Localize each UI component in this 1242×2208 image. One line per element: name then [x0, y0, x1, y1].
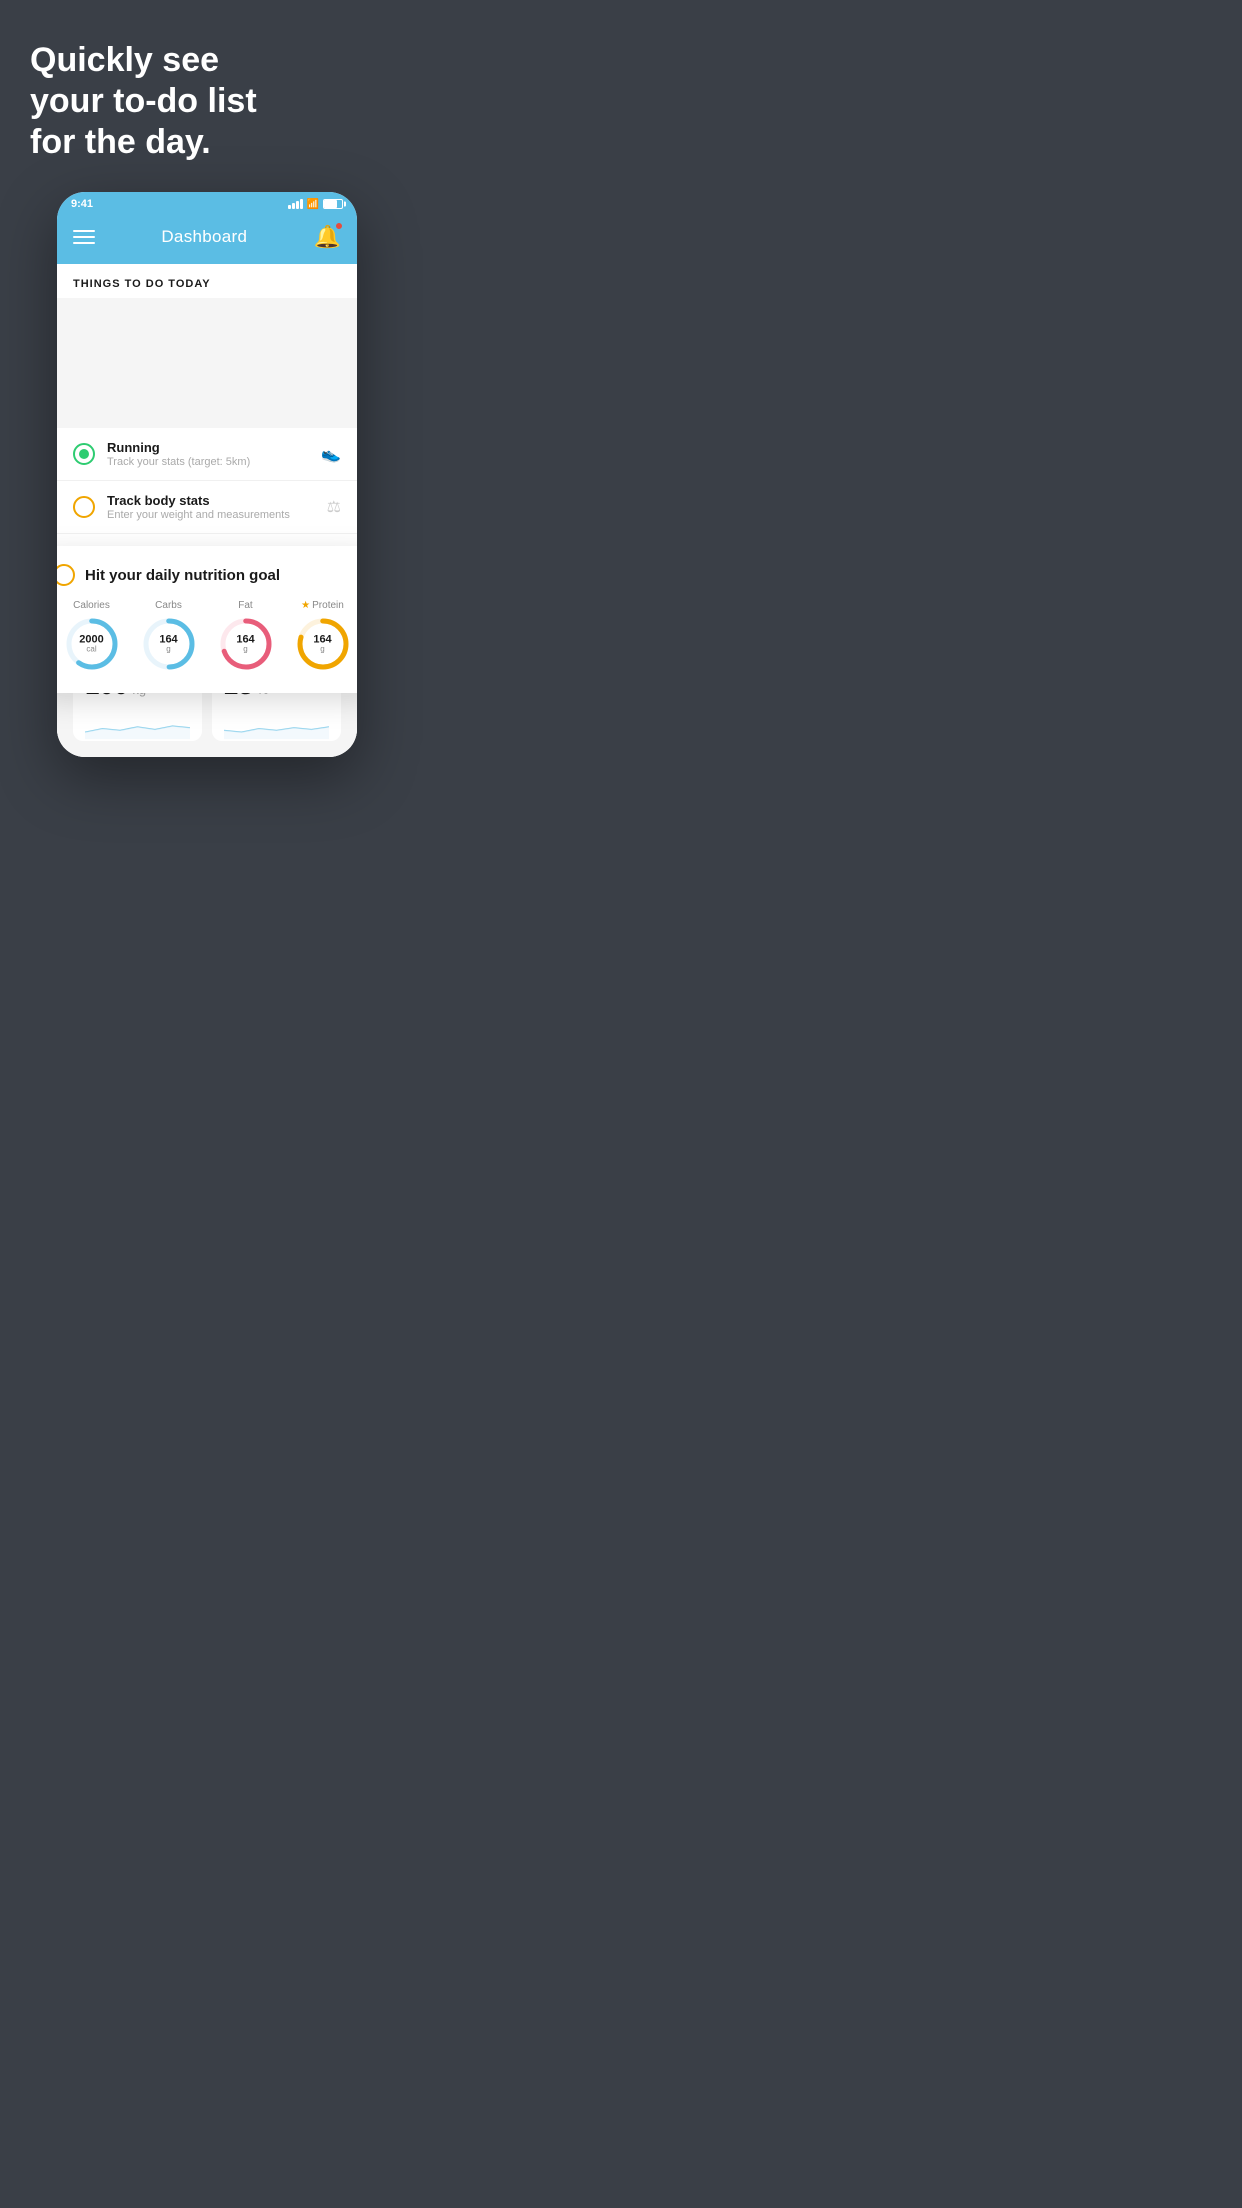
- battery-icon: [323, 199, 343, 209]
- macro-fat-label: Fat: [238, 600, 252, 611]
- shoe-icon: 👟: [321, 444, 341, 464]
- todo-subtitle-running: Track your stats (target: 5km): [107, 456, 309, 468]
- card-title-row: Hit your daily nutrition goal: [57, 564, 357, 586]
- macro-calories: Calories 2000 cal: [63, 600, 121, 673]
- signal-icon: [288, 199, 303, 209]
- todo-title-running: Running: [107, 440, 309, 455]
- notification-dot: [335, 222, 343, 230]
- hero-title: Quickly see your to-do list for the day.: [30, 40, 384, 162]
- macro-carbs: Carbs 164 g: [140, 600, 198, 673]
- star-icon: ★: [301, 600, 310, 611]
- todo-check-running: [73, 443, 95, 465]
- nutrition-card-title: Hit your daily nutrition goal: [85, 567, 280, 584]
- fat-value: 164 g: [236, 634, 254, 655]
- todo-item-running[interactable]: Running Track your stats (target: 5km) 👟: [57, 428, 357, 481]
- fat-donut: 164 g: [217, 615, 275, 673]
- section-header-todo: THINGS TO DO TODAY: [57, 264, 357, 298]
- nav-bar: Dashboard 🔔: [57, 214, 357, 264]
- protein-donut: 164 g: [294, 615, 352, 673]
- nutrition-checkbox[interactable]: [57, 564, 75, 586]
- macro-protein: ★ Protein 164 g: [294, 600, 352, 673]
- todo-text-body-stats: Track body stats Enter your weight and m…: [107, 493, 315, 521]
- macro-calories-label: Calories: [73, 600, 110, 611]
- macros-row: Calories 2000 cal: [57, 600, 357, 673]
- status-time: 9:41: [71, 198, 93, 210]
- phone-content: THINGS TO DO TODAY Hit your daily nutrit…: [57, 264, 357, 757]
- nav-title: Dashboard: [161, 227, 247, 247]
- todo-subtitle-body-stats: Enter your weight and measurements: [107, 509, 315, 521]
- todo-check-body-stats: [73, 496, 95, 518]
- carbs-donut: 164 g: [140, 615, 198, 673]
- notification-bell[interactable]: 🔔: [314, 224, 341, 250]
- bodyfat-sparkline: [224, 711, 329, 741]
- phone-inner: Hit your daily nutrition goal Calories: [57, 428, 357, 586]
- todo-title-body-stats: Track body stats: [107, 493, 315, 508]
- status-icons: 📶: [288, 199, 343, 210]
- hamburger-menu[interactable]: [73, 230, 95, 244]
- macro-fat: Fat 164 g: [217, 600, 275, 673]
- wifi-icon: 📶: [307, 199, 319, 210]
- calories-donut: 2000 cal: [63, 615, 121, 673]
- weight-sparkline: [85, 711, 190, 741]
- hero-section: Quickly see your to-do list for the day.: [0, 0, 414, 182]
- status-bar: 9:41 📶: [57, 192, 357, 214]
- protein-value: 164 g: [313, 634, 331, 655]
- nutrition-card: Hit your daily nutrition goal Calories: [57, 546, 357, 693]
- scale-icon: ⚖: [327, 497, 341, 517]
- page-background: Quickly see your to-do list for the day.…: [0, 0, 414, 757]
- phone-mockup: 9:41 📶 Dashboard 🔔: [57, 192, 357, 757]
- carbs-value: 164 g: [159, 634, 177, 655]
- todo-text-running: Running Track your stats (target: 5km): [107, 440, 309, 468]
- calories-value: 2000 cal: [79, 634, 103, 655]
- macro-carbs-label: Carbs: [155, 600, 182, 611]
- macro-protein-label: ★ Protein: [301, 600, 344, 611]
- todo-item-body-stats[interactable]: Track body stats Enter your weight and m…: [57, 481, 357, 534]
